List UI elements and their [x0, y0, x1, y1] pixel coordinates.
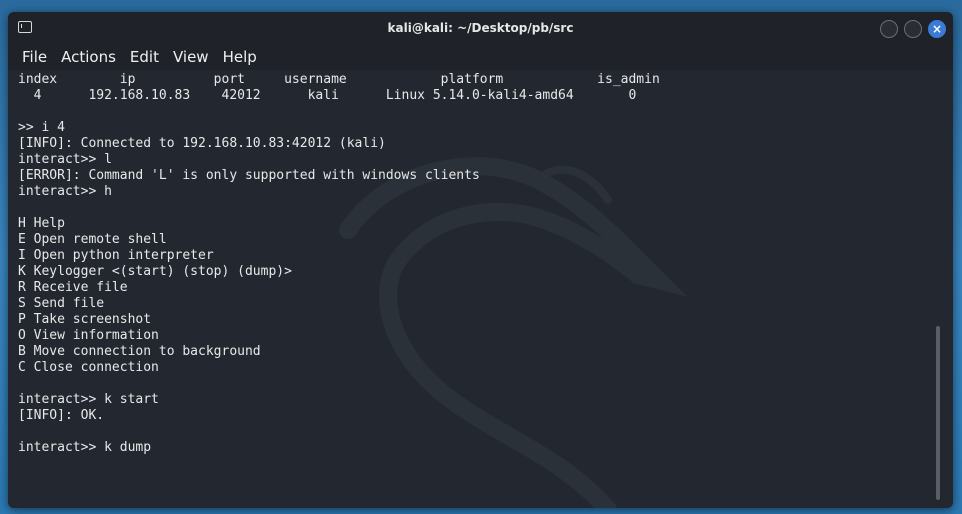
close-button[interactable]: × — [928, 20, 946, 38]
terminal-line: C Close connection — [18, 360, 159, 375]
menu-edit[interactable]: Edit — [126, 44, 163, 70]
menu-actions[interactable]: Actions — [57, 44, 120, 70]
terminal-prompt-line: interact>> k dump — [18, 440, 152, 455]
terminal-line: R Receive file — [18, 280, 128, 295]
terminal-line: H Help — [18, 216, 65, 231]
terminal-window: kali@kali: ~/Desktop/pb/src × File Action… — [8, 12, 953, 508]
terminal-line: K Keylogger <(start) (stop) (dump)> — [18, 264, 292, 279]
terminal-line: 4 192.168.10.83 42012 kali Linux 5.14.0-… — [18, 88, 637, 103]
terminal-line: interact>> k start — [18, 392, 159, 407]
terminal-line: >> i 4 — [18, 120, 65, 135]
terminal-line: interact>> h — [18, 184, 112, 199]
terminal-area[interactable]: index ip port username platform is_admin… — [8, 70, 953, 508]
terminal-line: [INFO]: Connected to 192.168.10.83:42012… — [18, 136, 386, 151]
terminal-line: O View information — [18, 328, 159, 343]
title-bar[interactable]: kali@kali: ~/Desktop/pb/src × — [8, 12, 953, 44]
menu-help[interactable]: Help — [219, 44, 261, 70]
menu-view[interactable]: View — [169, 44, 213, 70]
maximize-button[interactable] — [904, 20, 922, 38]
minimize-button[interactable] — [880, 20, 898, 38]
terminal-line: I Open python interpreter — [18, 248, 214, 263]
terminal-line: index ip port username platform is_admin — [18, 72, 660, 87]
terminal-line: [INFO]: OK. — [18, 408, 105, 423]
terminal-line: [ERROR]: Command 'L' is only supported w… — [18, 168, 480, 183]
terminal-line: E Open remote shell — [18, 232, 167, 247]
terminal-line: P Take screenshot — [18, 312, 152, 327]
window-title: kali@kali: ~/Desktop/pb/src — [387, 21, 574, 35]
terminal-line: B Move connection to background — [18, 344, 261, 359]
menu-bar: File Actions Edit View Help — [8, 44, 953, 70]
menu-file[interactable]: File — [18, 44, 51, 70]
terminal-output: index ip port username platform is_admin… — [18, 72, 660, 456]
vertical-scrollbar[interactable] — [936, 326, 940, 500]
terminal-line: interact>> l — [18, 152, 112, 167]
terminal-line: S Send file — [18, 296, 105, 311]
